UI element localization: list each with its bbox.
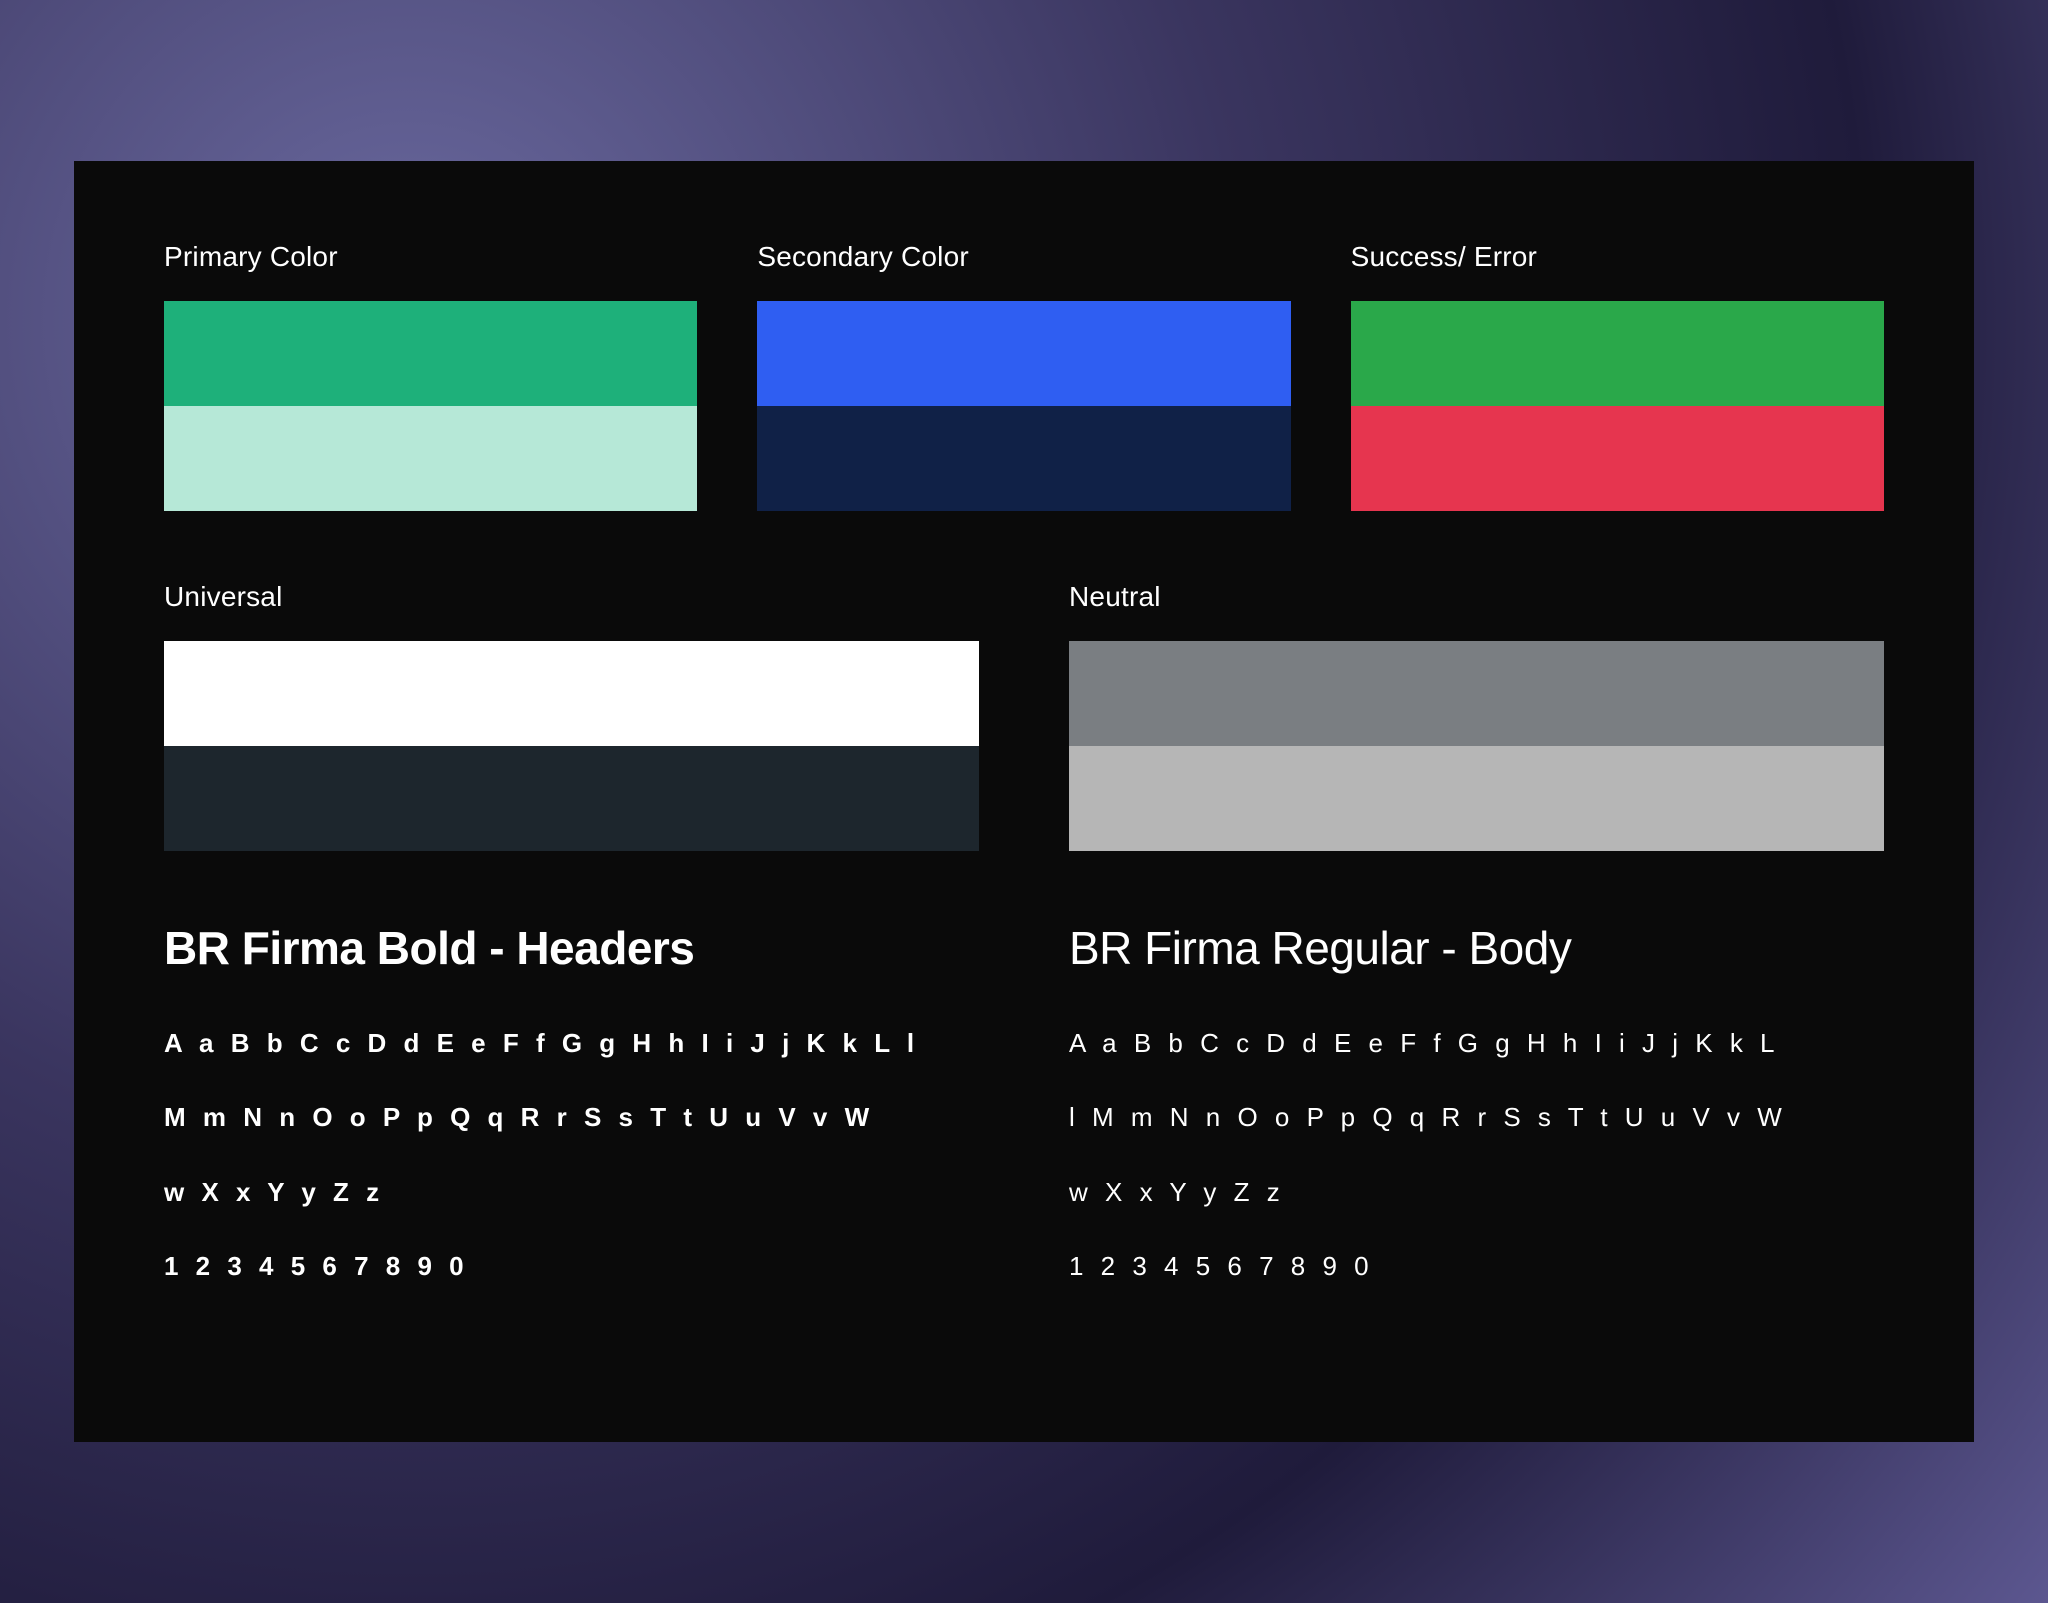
primary-color-group: Primary Color [164, 241, 697, 511]
secondary-swatch-pair [757, 301, 1290, 511]
universal-color-group: Universal [164, 581, 979, 851]
typography-regular-specimen: A a B b C c D d E e F f G g H h I i J j … [1069, 1025, 1884, 1285]
typography-regular-title: BR Firma Regular - Body [1069, 921, 1884, 975]
bold-specimen-line-4: 1 2 3 4 5 6 7 8 9 0 [164, 1248, 979, 1284]
bold-specimen-line-2: M m N n O o P p Q q R r S s T t U u V v … [164, 1099, 979, 1135]
primary-color-label: Primary Color [164, 241, 697, 273]
styleguide-card: Primary Color Secondary Color Success/ E… [74, 161, 1974, 1443]
universal-swatch-pair [164, 641, 979, 851]
neutral-swatch-bottom [1069, 746, 1884, 851]
regular-specimen-line-1: A a B b C c D d E e F f G g H h I i J j … [1069, 1025, 1884, 1061]
regular-specimen-line-3: w X x Y y Z z [1069, 1174, 1884, 1210]
neutral-swatch-pair [1069, 641, 1884, 851]
error-swatch [1351, 406, 1884, 511]
typography-bold-title: BR Firma Bold - Headers [164, 921, 979, 975]
primary-swatch-top [164, 301, 697, 406]
bold-specimen-line-1: A a B b C c D d E e F f G g H h I i J j … [164, 1025, 979, 1061]
secondary-swatch-top [757, 301, 1290, 406]
universal-swatch-top [164, 641, 979, 746]
regular-specimen-line-4: 1 2 3 4 5 6 7 8 9 0 [1069, 1248, 1884, 1284]
typography-bold-column: BR Firma Bold - Headers A a B b C c D d … [164, 921, 979, 1323]
status-swatch-pair [1351, 301, 1884, 511]
neutral-swatch-top [1069, 641, 1884, 746]
typography-regular-column: BR Firma Regular - Body A a B b C c D d … [1069, 921, 1884, 1323]
bold-specimen-line-3: w X x Y y Z z [164, 1174, 979, 1210]
primary-swatch-pair [164, 301, 697, 511]
status-color-label: Success/ Error [1351, 241, 1884, 273]
success-swatch [1351, 301, 1884, 406]
color-row-top: Primary Color Secondary Color Success/ E… [164, 241, 1884, 511]
neutral-color-label: Neutral [1069, 581, 1884, 613]
typography-bold-specimen: A a B b C c D d E e F f G g H h I i J j … [164, 1025, 979, 1285]
universal-swatch-bottom [164, 746, 979, 851]
neutral-color-group: Neutral [1069, 581, 1884, 851]
regular-specimen-line-2: l M m N n O o P p Q q R r S s T t U u V … [1069, 1099, 1884, 1135]
primary-swatch-bottom [164, 406, 697, 511]
secondary-color-group: Secondary Color [757, 241, 1290, 511]
status-color-group: Success/ Error [1351, 241, 1884, 511]
color-row-bottom: Universal Neutral [164, 581, 1884, 851]
universal-color-label: Universal [164, 581, 979, 613]
secondary-swatch-bottom [757, 406, 1290, 511]
typography-section: BR Firma Bold - Headers A a B b C c D d … [164, 921, 1884, 1323]
secondary-color-label: Secondary Color [757, 241, 1290, 273]
